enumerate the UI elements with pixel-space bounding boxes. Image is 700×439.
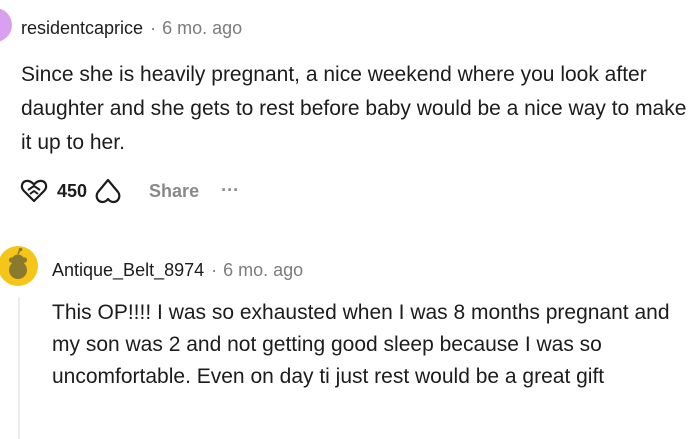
comment-body: This OP!!!! I was so exhausted when I wa… bbox=[52, 301, 670, 388]
comment-body: Since she is heavily pregnant, a nice we… bbox=[21, 63, 687, 154]
more-options-icon[interactable]: ... bbox=[221, 175, 239, 196]
downvote-heart-icon[interactable] bbox=[95, 177, 121, 205]
meta-separator: · bbox=[211, 260, 218, 280]
comment-actions: 450 Share ... bbox=[20, 175, 239, 207]
thread-line[interactable] bbox=[18, 297, 20, 439]
comment-author[interactable]: residentcaprice bbox=[21, 18, 143, 38]
comment-meta: Antique_Belt_8974 · 6 mo. ago bbox=[52, 259, 303, 281]
comment-meta: residentcaprice · 6 mo. ago bbox=[21, 17, 242, 39]
avatar[interactable] bbox=[0, 8, 12, 42]
vote-count: 450 bbox=[57, 180, 88, 201]
upvote-heart-icon[interactable] bbox=[20, 178, 48, 204]
comment-author[interactable]: Antique_Belt_8974 bbox=[52, 260, 204, 280]
comment-timestamp[interactable]: 6 mo. ago bbox=[162, 18, 242, 38]
comment-timestamp[interactable]: 6 mo. ago bbox=[223, 260, 303, 280]
meta-separator: · bbox=[150, 18, 157, 38]
share-button[interactable]: Share bbox=[149, 181, 199, 202]
comment-thread: residentcaprice · 6 mo. ago Since she is h… bbox=[0, 0, 700, 439]
snoo-avatar-icon[interactable] bbox=[0, 246, 38, 286]
